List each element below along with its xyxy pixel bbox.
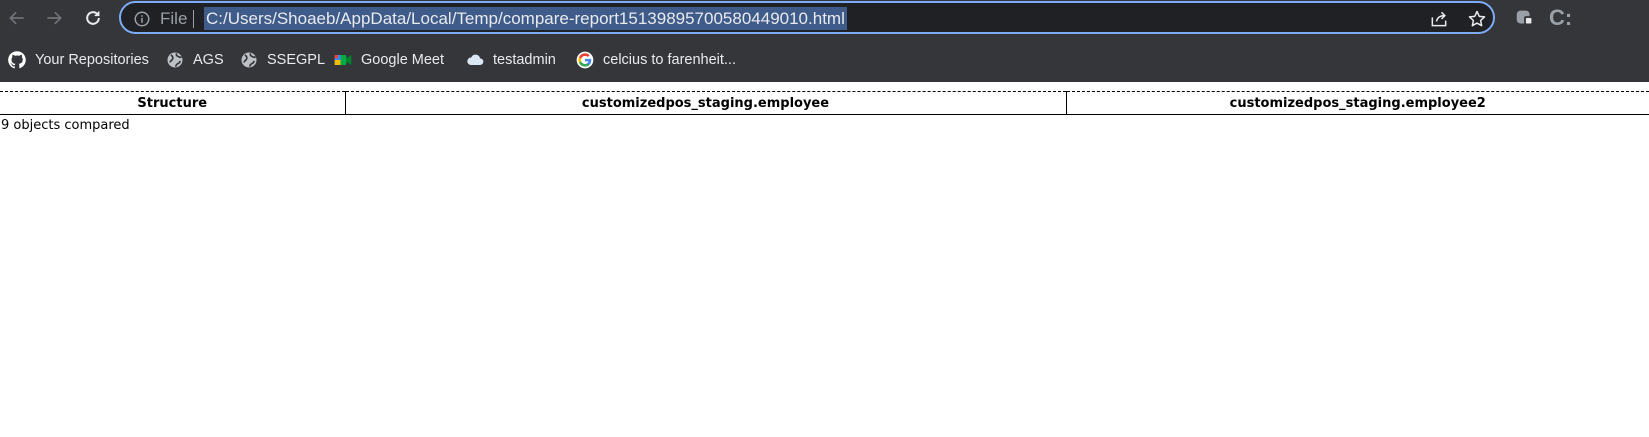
arrow-left-icon: [9, 11, 24, 25]
cloud-icon: [465, 50, 485, 70]
google-meet-icon: [333, 50, 353, 70]
bookmark-label: AGS: [193, 52, 224, 68]
bookmark-google-meet[interactable]: Google Meet: [333, 49, 444, 71]
url-text[interactable]: C:/Users/Shoaeb/AppData/Local/Temp/compa…: [204, 7, 847, 30]
bookmark-testadmin[interactable]: testadmin: [465, 49, 556, 71]
profile-avatar[interactable]: C:: [1549, 4, 1579, 32]
bookmark-star-icon[interactable]: [1467, 9, 1487, 29]
browser-toolbar: File C:/Users/Shoaeb/AppData/Local/Temp/…: [0, 0, 1649, 38]
column-header-structure: Structure: [0, 91, 345, 115]
arrow-right-icon: [47, 11, 62, 25]
bookmarks-bar: Your Repositories AGS SSEGPL Google Meet: [0, 38, 1649, 82]
bookmark-label: SSEGPL: [267, 52, 326, 68]
table-header-row: Structure customizedpos_staging.employee…: [0, 91, 1649, 115]
comparison-table: Structure customizedpos_staging.employee…: [0, 91, 1649, 115]
forward-button[interactable]: [42, 6, 66, 30]
bookmark-label: Your Repositories: [35, 52, 149, 68]
report-page: Structure customizedpos_staging.employee…: [0, 82, 1649, 437]
column-header-target-table: customizedpos_staging.employee2: [1065, 91, 1649, 115]
globe-icon: [165, 50, 185, 70]
bookmark-celcius-to-farenheit[interactable]: celcius to farenheit...: [575, 49, 736, 71]
globe-icon: [239, 50, 259, 70]
url-scheme-label: File: [160, 9, 188, 28]
bookmark-your-repositories[interactable]: Your Repositories: [7, 49, 149, 71]
omnibox-divider: [193, 10, 194, 28]
bookmark-ags[interactable]: AGS: [165, 49, 224, 71]
share-icon[interactable]: [1429, 9, 1449, 29]
bookmark-ssegpl[interactable]: SSEGPL: [239, 49, 325, 71]
address-bar[interactable]: File C:/Users/Shoaeb/AppData/Local/Temp/…: [119, 1, 1495, 34]
reload-button[interactable]: [81, 6, 105, 30]
bookmark-label: Google Meet: [361, 52, 445, 68]
info-icon[interactable]: [133, 10, 151, 28]
bookmark-label: celcius to farenheit...: [603, 52, 736, 68]
github-icon: [7, 50, 27, 70]
extension-icon[interactable]: [1514, 7, 1536, 29]
back-button[interactable]: [5, 6, 29, 30]
reload-icon: [86, 11, 100, 25]
bookmark-label: testadmin: [493, 52, 556, 68]
google-icon: [575, 50, 595, 70]
comparison-summary: 9 objects compared: [1, 118, 130, 133]
column-header-source-table: customizedpos_staging.employee: [344, 91, 1066, 115]
